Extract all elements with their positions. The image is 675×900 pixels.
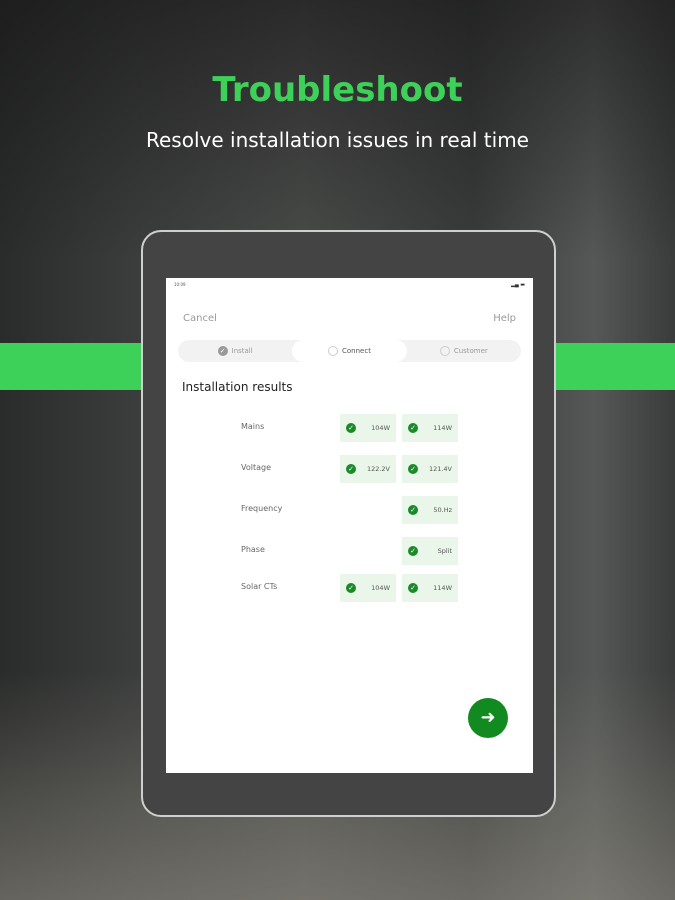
row-label: Solar CTs: [241, 582, 278, 591]
tablet-frame: 10:09 ▂▄ ▬ Cancel Help ✓ Install Connect …: [141, 230, 556, 817]
check-icon: ✓: [408, 505, 418, 515]
check-icon: ✓: [346, 583, 356, 593]
check-icon: ✓: [408, 583, 418, 593]
result-value: 114W: [433, 584, 452, 592]
check-icon: ✓: [346, 423, 356, 433]
result-value: 122.2V: [366, 465, 390, 473]
step-customer[interactable]: Customer: [407, 340, 521, 362]
result-value: Split: [437, 547, 452, 555]
tablet-screen: 10:09 ▂▄ ▬ Cancel Help ✓ Install Connect …: [166, 278, 533, 773]
result-chip: ✓ 121.4V: [402, 455, 458, 483]
result-value: 121.4V: [428, 465, 452, 473]
section-heading: Installation results: [182, 380, 293, 394]
result-chip: ✓ 50.Hz: [402, 496, 458, 524]
check-icon: ✓: [408, 464, 418, 474]
result-row: Voltage ✓ 122.2V ✓ 121.4V: [166, 455, 533, 483]
help-button[interactable]: Help: [493, 313, 516, 324]
step-label: Install: [231, 347, 253, 355]
battery-icon: ▂▄ ▬: [510, 282, 525, 288]
result-chip: ✓ 114W: [402, 574, 458, 602]
row-label: Frequency: [241, 504, 283, 513]
check-icon: ✓: [408, 546, 418, 556]
step-label: Connect: [342, 347, 371, 355]
result-chip: ✓ Split: [402, 537, 458, 565]
step-connect[interactable]: Connect: [292, 340, 407, 362]
result-row: Frequency ✓ 50.Hz: [166, 496, 533, 524]
result-value: 50.Hz: [433, 506, 452, 514]
circle-icon: [439, 346, 450, 356]
page-subtitle: Resolve installation issues in real time: [146, 128, 529, 152]
row-label: Mains: [241, 422, 265, 431]
page-title: Troubleshoot: [212, 70, 463, 110]
result-chip: ✓ 122.2V: [340, 455, 396, 483]
stepper: ✓ Install Connect Customer: [178, 340, 521, 362]
status-time: 10:09: [174, 282, 186, 287]
next-button[interactable]: ➜: [468, 698, 508, 738]
row-label: Voltage: [241, 463, 272, 472]
check-icon: ✓: [217, 346, 228, 356]
check-icon: ✓: [408, 423, 418, 433]
result-row: Solar CTs ✓ 104W ✓ 114W: [166, 574, 533, 602]
cancel-button[interactable]: Cancel: [183, 313, 217, 324]
row-label: Phase: [241, 545, 265, 554]
result-chip: ✓ 104W: [340, 414, 396, 442]
result-chip: ✓ 114W: [402, 414, 458, 442]
step-label: Customer: [453, 347, 488, 355]
result-value: 104W: [371, 424, 390, 432]
circle-icon: [328, 346, 339, 356]
result-chip: ✓ 104W: [340, 574, 396, 602]
result-value: 114W: [433, 424, 452, 432]
result-row: Mains ✓ 104W ✓ 114W: [166, 414, 533, 442]
step-install[interactable]: ✓ Install: [178, 340, 292, 362]
check-icon: ✓: [346, 464, 356, 474]
result-value: 104W: [371, 584, 390, 592]
result-row: Phase ✓ Split: [166, 537, 533, 565]
arrow-right-icon: ➜: [480, 707, 496, 728]
